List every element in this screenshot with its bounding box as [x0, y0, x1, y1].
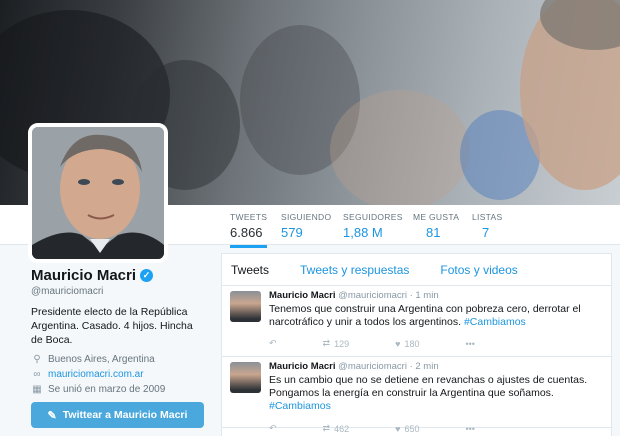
tweet-text: Tenemos que construir una Argentina con …	[269, 303, 605, 329]
tweet-author[interactable]: Mauricio Macri	[269, 290, 336, 301]
profile-handle[interactable]: @mauriciomacri	[31, 286, 211, 297]
profile-meta: ⚲ Buenos Aires, Argentina ∞ mauriciomacr…	[31, 352, 211, 397]
profile-joined-text: Se unió en marzo de 2009	[48, 384, 166, 395]
tweet-hashtag[interactable]: #Cambiamos	[269, 400, 331, 412]
more-icon[interactable]: •••	[466, 339, 475, 349]
tweet-hashtag[interactable]: #Cambiamos	[464, 316, 526, 328]
calendar-icon: ▦	[32, 384, 42, 395]
retweet-count: 462	[334, 423, 350, 434]
tweet-item[interactable]: Mauricio Macri @mauriciomacri · 2 min Es…	[222, 357, 611, 434]
retweet-icon[interactable]: ⇄	[323, 423, 331, 434]
more-icon[interactable]: •••	[466, 424, 475, 434]
tweet-avatar[interactable]	[230, 291, 261, 322]
heart-icon[interactable]: ♥	[395, 339, 400, 349]
nav-followers-label: SEGUIDORES	[343, 212, 403, 222]
nav-tweets-label: TWEETS	[230, 212, 268, 222]
tweet-header: Mauricio Macri @mauriciomacri · 1 min	[269, 290, 439, 301]
location-pin-icon: ⚲	[33, 354, 41, 365]
retweet-count: 129	[334, 338, 350, 349]
nav-likes-label: ME GUSTA	[413, 212, 460, 222]
retweet-icon[interactable]: ⇄	[323, 338, 331, 349]
nav-tweets-count: 6.866	[230, 225, 263, 240]
nav-lists-count: 7	[482, 225, 490, 240]
profile-name-row: Mauricio Macri ✓	[31, 267, 211, 284]
profile-joined: ▦ Se unió en marzo de 2009	[31, 382, 211, 397]
profile-location: ⚲ Buenos Aires, Argentina	[31, 352, 211, 367]
nav-followers-count: 1,88 M	[343, 225, 383, 240]
nav-lists[interactable]: LISTAS 7	[472, 212, 502, 240]
like-count: 650	[404, 423, 420, 434]
profile-card: Mauricio Macri ✓ @mauriciomacri Presiden…	[31, 267, 211, 397]
tweet-text: Es un cambio que no se detiene en revanc…	[269, 374, 605, 413]
tweet-author[interactable]: Mauricio Macri	[269, 361, 336, 372]
timeline-tabs: Tweets Tweets y respuestas Fotos y video…	[222, 254, 611, 286]
link-icon: ∞	[33, 369, 41, 380]
tab-tweets-replies[interactable]: Tweets y respuestas	[300, 263, 409, 277]
nav-following-label: SIGUIENDO	[281, 212, 332, 222]
profile-avatar[interactable]	[28, 123, 168, 263]
tweet-to-button-label: Twittear a Mauricio Macri	[62, 409, 188, 421]
nav-following-count: 579	[281, 225, 303, 240]
tab-photos-videos[interactable]: Fotos y videos	[440, 263, 517, 277]
tab-tweets[interactable]: Tweets	[231, 263, 269, 277]
profile-website: ∞ mauriciomacri.com.ar	[31, 367, 211, 382]
tweet-actions: ↶ ⇄ 462 ♥ 650 •••	[269, 423, 479, 434]
reply-icon[interactable]: ↶	[269, 423, 277, 434]
timeline: Tweets Tweets y respuestas Fotos y video…	[221, 253, 612, 436]
nav-followers[interactable]: SEGUIDORES 1,88 M	[343, 212, 403, 240]
reply-icon[interactable]: ↶	[269, 338, 277, 349]
nav-following[interactable]: SIGUIENDO 579	[281, 212, 331, 240]
tweet-time[interactable]: · 2 min	[410, 361, 439, 372]
tweet-body: Tenemos que construir una Argentina con …	[269, 303, 581, 328]
tweet-to-button[interactable]: ✎ Twittear a Mauricio Macri	[31, 402, 204, 428]
like-count: 180	[404, 338, 420, 349]
nav-likes[interactable]: ME GUSTA 81	[413, 212, 459, 240]
profile-name[interactable]: Mauricio Macri	[31, 267, 136, 284]
tweet-handle[interactable]: @mauriciomacri	[338, 290, 407, 301]
tweet-header: Mauricio Macri @mauriciomacri · 2 min	[269, 361, 439, 372]
tweet-body: Es un cambio que no se detiene en revanc…	[269, 374, 588, 399]
compose-icon: ✎	[47, 409, 57, 422]
profile-location-text: Buenos Aires, Argentina	[48, 354, 155, 365]
profile-bio: Presidente electo de la República Argent…	[31, 306, 193, 346]
tweet-item[interactable]: Mauricio Macri @mauriciomacri · 1 min Te…	[222, 286, 611, 357]
tweet-avatar[interactable]	[230, 362, 261, 393]
profile-website-link[interactable]: mauriciomacri.com.ar	[48, 369, 144, 380]
tweet-actions: ↶ ⇄ 129 ♥ 180 •••	[269, 338, 479, 349]
nav-likes-count: 81	[426, 225, 441, 240]
verified-badge-icon: ✓	[140, 269, 154, 282]
tweet-time[interactable]: · 1 min	[410, 290, 439, 301]
heart-icon[interactable]: ♥	[395, 424, 400, 434]
tweet-handle[interactable]: @mauriciomacri	[338, 361, 407, 372]
nav-lists-label: LISTAS	[472, 212, 503, 222]
avatar-portrait	[32, 127, 164, 259]
nav-tweets[interactable]: TWEETS 6.866	[230, 212, 268, 248]
